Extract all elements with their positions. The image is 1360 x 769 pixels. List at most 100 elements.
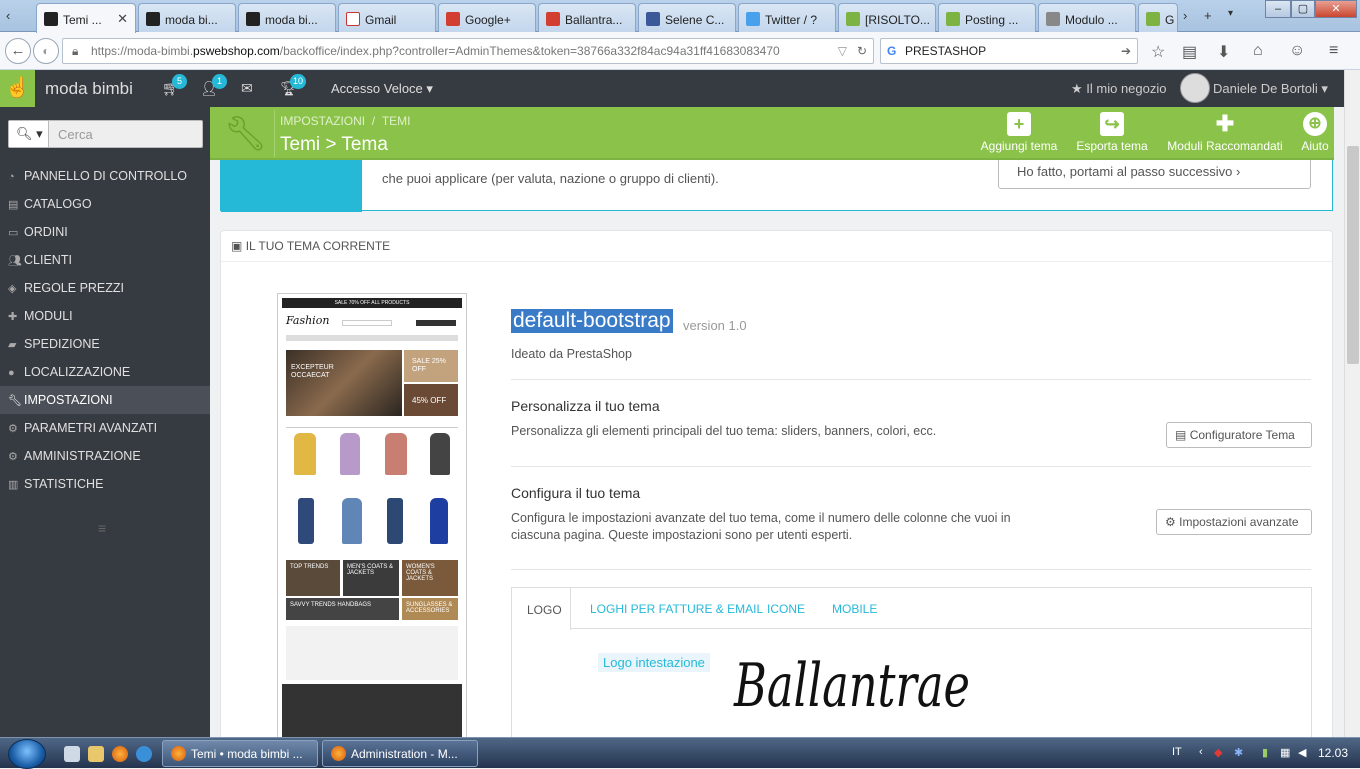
search-go-icon[interactable]: ➔ <box>1121 39 1131 63</box>
dropdown-arrow-icon[interactable]: ▽ <box>833 39 847 63</box>
logo-tabs: LOGO LOGHI PER FATTURE & EMAIL ICONE MOB… <box>511 587 1312 737</box>
page-title: Temi > Tema <box>280 134 388 155</box>
close-window-button[interactable]: ✕ <box>1315 0 1357 18</box>
tab-icons[interactable]: ICONE <box>767 602 805 616</box>
shop-name[interactable]: moda bimbi <box>45 79 133 99</box>
onboarding-alert: che puoi applicare (per valuta, nazione … <box>220 160 1333 212</box>
tab-list-icon[interactable]: ▾ <box>1228 8 1233 19</box>
browser-tab[interactable]: Selene C... <box>638 3 736 32</box>
collapse-menu-icon[interactable]: ≡ <box>98 520 106 536</box>
bookmarks-list-icon[interactable]: ▤ <box>1182 42 1197 62</box>
firefox-icon[interactable] <box>112 746 128 762</box>
search-scope-dropdown[interactable]: 🔍︎ ▾ <box>9 121 49 147</box>
new-tab-icon[interactable]: + <box>1204 8 1212 23</box>
theme-name: default-bootstrap <box>511 309 673 333</box>
sidebar-item-stats[interactable]: ▥ STATISTICHE <box>0 470 210 498</box>
scrollbar-thumb[interactable] <box>1347 146 1359 364</box>
sidebar-item-orders[interactable]: ▭ ORDINI <box>0 218 210 246</box>
browser-tab[interactable]: [RISOLTO... <box>838 3 936 32</box>
envelope-icon[interactable]: ✉ <box>241 80 253 97</box>
browser-tab[interactable]: moda bi... <box>138 3 236 32</box>
browser-tab[interactable]: Twitter / ? <box>738 3 836 32</box>
browser-tab[interactable]: Gmail <box>338 3 436 32</box>
tab-logo[interactable]: LOGO <box>511 587 571 630</box>
tab-invoice-email-logos[interactable]: LOGHI PER FATTURE & EMAIL <box>590 602 763 616</box>
sidebar-item-localization[interactable]: ● LOCALIZZAZIONE <box>0 358 210 386</box>
browser-tab[interactable]: moda bi... <box>238 3 336 32</box>
tab-mobile[interactable]: MOBILE <box>832 602 877 616</box>
maximize-button[interactable]: ▢ <box>1291 0 1315 18</box>
clock[interactable]: 12.03 <box>1318 746 1348 760</box>
quick-access-dropdown[interactable]: Accesso Veloce ▾ <box>331 81 433 97</box>
preview-menu <box>286 335 458 341</box>
caret-down-icon: ▾ <box>426 81 433 96</box>
puzzle-icon: ✚ <box>1215 111 1235 136</box>
show-desktop-icon[interactable] <box>64 746 80 762</box>
download-icon[interactable]: ⬇ <box>1217 42 1230 62</box>
prestashop-logo-icon[interactable]: ☝ <box>0 70 35 107</box>
logo-text: Ballantrae <box>733 651 970 716</box>
battery-icon[interactable]: ▮ <box>1262 746 1268 759</box>
sidebar-item-modules[interactable]: ✚ MODULI <box>0 302 210 330</box>
back-arrow-icon[interactable]: ← <box>5 38 31 64</box>
sidebar-item-dashboard[interactable]: ◔ PANNELLO DI CONTROLLO <box>0 162 210 190</box>
tab-row: LOGO LOGHI PER FATTURE & EMAIL ICONE MOB… <box>511 587 1311 630</box>
language-indicator[interactable]: IT <box>1172 746 1182 758</box>
tab-scroll-right-icon[interactable]: › <box>1183 8 1187 23</box>
user-menu[interactable]: Daniele De Bortoli ▾ <box>1213 81 1328 97</box>
my-shop-link[interactable]: ★ Il mio negozio <box>1071 81 1167 97</box>
chat-icon[interactable]: ☺ <box>1289 42 1305 60</box>
sidebar-item-advanced-parameters[interactable]: ⚙ PARAMETRI AVANZATI <box>0 414 210 442</box>
sidebar-item-customers[interactable]: 👥︎ CLIENTI <box>0 246 210 274</box>
reload-icon[interactable]: ↻ <box>856 39 867 63</box>
sidebar-item-price-rules[interactable]: ◈ REGOLE PREZZI <box>0 274 210 302</box>
browser-tab[interactable]: Temi ... ✕ <box>36 3 136 33</box>
users-icon: 👥︎ <box>8 255 22 267</box>
sidebar-item-catalog[interactable]: ▤ CATALOGO <box>0 190 210 218</box>
bluetooth-icon[interactable]: ✱ <box>1234 746 1243 759</box>
sidebar-search-input[interactable]: Cerca <box>58 127 93 142</box>
sidebar-item-administration[interactable]: ⚙ AMMINISTRAZIONE <box>0 442 210 470</box>
ballantrae-logo: Ballantrae <box>733 651 970 716</box>
bar-chart-icon: ▥ <box>8 479 19 491</box>
browser-search-input[interactable]: G PRESTASHOP ➔ <box>880 38 1138 64</box>
export-theme-button[interactable]: ↪ Esporta tema <box>1072 112 1152 153</box>
advanced-settings-button[interactable]: ⚙ Impostazioni avanzate <box>1156 509 1312 535</box>
browser-tab[interactable]: Google+ <box>438 3 536 32</box>
sidebar-item-settings[interactable]: 🔧︎ IMPOSTAZIONI <box>0 386 210 414</box>
bookmark-star-icon[interactable]: ☆ <box>1151 42 1165 62</box>
browser-tab[interactable]: Modulo ... <box>1038 3 1136 32</box>
page-scrollbar[interactable] <box>1344 70 1360 737</box>
internet-explorer-icon[interactable] <box>136 746 152 762</box>
lock-icon: 🔒︎ <box>72 44 79 58</box>
avatar[interactable] <box>1180 73 1210 103</box>
antivirus-icon[interactable]: ◆ <box>1214 746 1222 759</box>
url-bar[interactable]: 🔒︎ https://moda-bimbi.pswebshop.com/back… <box>62 38 874 64</box>
explorer-icon[interactable] <box>88 746 104 762</box>
minimize-button[interactable]: – <box>1265 0 1291 18</box>
home-icon[interactable]: ⌂ <box>1253 42 1263 60</box>
facebook-favicon-icon <box>646 12 660 26</box>
taskbar-item[interactable]: Administration - M... <box>322 740 478 767</box>
dashboard-icon: ◔ <box>8 171 15 183</box>
preview-cart <box>416 320 456 326</box>
help-button[interactable]: ⊕ Aiuto <box>1298 112 1332 153</box>
recommended-modules-button[interactable]: ✚ Moduli Raccomandati <box>1164 111 1286 154</box>
tray-expand-icon[interactable]: ‹ <box>1199 746 1203 758</box>
taskbar-item[interactable]: Temi • moda bimbi ... <box>162 740 318 767</box>
next-step-button[interactable]: Ho fatto, portami al passo successivo › <box>998 160 1311 189</box>
cogs-icon: ⚙ <box>8 423 18 435</box>
menu-icon[interactable]: ≡ <box>1329 42 1338 60</box>
tab-scroll-left-icon[interactable]: ‹ <box>6 8 10 23</box>
sidebar-item-shipping[interactable]: ▰ SPEDIZIONE <box>0 330 210 358</box>
browser-tab[interactable]: Ballantra... <box>538 3 636 32</box>
volume-icon[interactable]: ◀︎ <box>1298 746 1306 759</box>
start-button[interactable] <box>8 739 46 769</box>
network-icon[interactable]: ▦ <box>1280 746 1290 759</box>
browser-tab[interactable]: G <box>1138 3 1178 32</box>
add-theme-button[interactable]: + Aggiungi tema <box>978 112 1060 153</box>
close-tab-icon[interactable]: ✕ <box>117 11 128 27</box>
theme-configurator-button[interactable]: ▤ Configuratore Tema <box>1166 422 1312 448</box>
browser-tab[interactable]: Posting ... <box>938 3 1036 32</box>
shield-icon[interactable]: ◐ <box>33 38 59 64</box>
